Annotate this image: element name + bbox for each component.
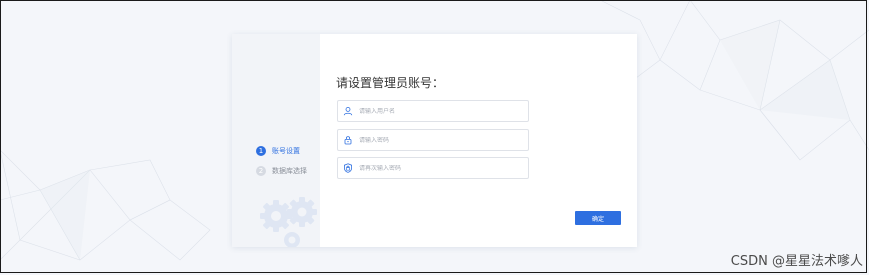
- step-number-1: 1: [256, 146, 266, 156]
- confirm-password-field[interactable]: [337, 157, 529, 179]
- gears-illustration-icon: [260, 197, 317, 247]
- confirm-password-input[interactable]: [359, 164, 519, 172]
- step-database-selection: 2 数据库选择: [256, 164, 307, 178]
- setup-card: 1 账号设置 2 数据库选择 请设置管理员账号： 请输入用户名 确定: [232, 34, 637, 247]
- step-number-2: 2: [256, 166, 266, 176]
- steps-panel: 1 账号设置 2 数据库选择: [232, 34, 320, 247]
- password-input[interactable]: [359, 136, 519, 144]
- watermark-text: CSDN @星星法术嗲人: [730, 254, 863, 269]
- lock-icon: [344, 136, 352, 145]
- lock-check-icon: [344, 163, 352, 173]
- username-input[interactable]: [359, 107, 519, 115]
- page-title: 请设置管理员账号：: [336, 76, 445, 90]
- username-field[interactable]: [337, 100, 529, 122]
- step-account-settings: 1 账号设置: [256, 144, 300, 158]
- user-icon: [343, 107, 353, 116]
- confirm-button[interactable]: 确定: [575, 211, 621, 225]
- step-label-database-selection: 数据库选择: [272, 167, 307, 175]
- step-label-account-settings: 账号设置: [272, 147, 300, 155]
- password-field[interactable]: [337, 129, 529, 151]
